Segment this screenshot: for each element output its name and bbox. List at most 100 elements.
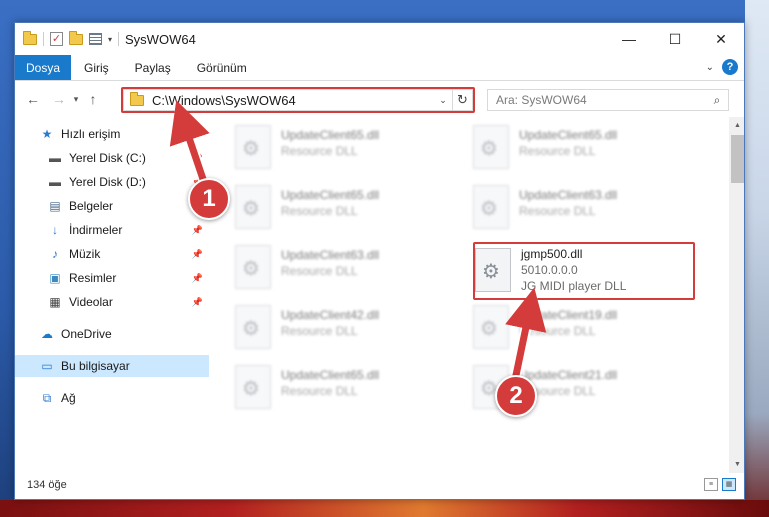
file-item-jgmp500[interactable]: jgmp500.dll 5010.0.0.0 JG MIDI player DL… (475, 244, 697, 298)
pin-icon[interactable]: 📌 (192, 225, 203, 236)
step-badge-1: 1 (188, 178, 230, 220)
download-icon: ↓ (52, 223, 58, 237)
address-bar[interactable]: C:\Windows\SysWOW64 ⌄ ↻ (123, 89, 473, 111)
dll-file-icon (475, 248, 511, 292)
folder-icon (130, 91, 144, 106)
sidebar-item-documents[interactable]: ▤ Belgeler 📌 (15, 195, 209, 217)
ribbon-right-controls: ⌄ ? (706, 59, 738, 75)
file-item[interactable]: UpdateClient42.dll Resource DLL (235, 301, 457, 355)
desktop-background (745, 0, 769, 517)
minimize-button[interactable]: — (606, 23, 652, 55)
file-item[interactable]: UpdateClient63.dll Resource DLL (473, 181, 695, 235)
tiles-view-icon[interactable]: ▦ (722, 478, 736, 491)
pin-icon[interactable]: 📌 (192, 297, 203, 308)
dll-file-icon (473, 185, 509, 229)
sidebar-item-label: Hızlı erişim (61, 127, 121, 141)
details-view-icon[interactable]: ≡ (704, 478, 718, 491)
back-arrow-icon[interactable]: ← (23, 91, 43, 107)
close-button[interactable]: ✕ (698, 23, 744, 55)
address-path[interactable]: C:\Windows\SysWOW64 (152, 93, 434, 108)
file-item[interactable]: UpdateClient19.dll Resource DLL (473, 301, 695, 355)
dll-file-icon (235, 185, 271, 229)
window-controls: — ☐ ✕ (606, 23, 744, 55)
music-icon: ♪ (52, 247, 58, 261)
file-name: UpdateClient65.dll (281, 368, 380, 382)
search-icon[interactable]: ⌕ (706, 93, 728, 108)
file-item[interactable]: UpdateClient65.dll Resource DLL (235, 181, 457, 235)
scroll-thumb[interactable] (731, 135, 744, 183)
document-icon: ▤ (49, 199, 61, 213)
properties-check-icon[interactable]: ✓ (50, 32, 63, 46)
tab-view[interactable]: Görünüm (184, 55, 260, 80)
search-box[interactable]: Ara: SysWOW64 ⌕ (487, 89, 729, 111)
sidebar-item-this-pc[interactable]: ▭ Bu bilgisayar (15, 355, 209, 377)
navigation-pane: ★ Hızlı erişim ▬ Yerel Disk (C:) 📌 ▬ Yer… (15, 117, 209, 473)
file-name: UpdateClient65.dll (519, 128, 618, 142)
file-list: UpdateClient65.dll Resource DLL UpdateCli… (211, 117, 725, 473)
sidebar-item-downloads[interactable]: ↓ İndirmeler 📌 (15, 219, 209, 241)
tab-file[interactable]: Dosya (15, 55, 71, 80)
dll-file-icon (235, 305, 271, 349)
tab-share[interactable]: Paylaş (122, 55, 184, 80)
up-arrow-icon[interactable]: ↑ (83, 91, 103, 107)
file-explorer-window: ✓ ▾ SysWOW64 — ☐ ✕ Dosya Giriş Paylaş Gö… (14, 22, 745, 500)
search-placeholder[interactable]: Ara: SysWOW64 (496, 93, 706, 107)
maximize-button[interactable]: ☐ (652, 23, 698, 55)
scroll-up-arrow-icon[interactable]: ▲ (729, 117, 744, 134)
file-item[interactable]: UpdateClient65.dll Resource DLL (235, 361, 457, 415)
file-item[interactable]: UpdateClient65.dll Resource DLL (473, 121, 695, 175)
vertical-scrollbar[interactable]: ▲ ▼ (729, 117, 744, 473)
toolbar-divider (118, 32, 120, 46)
customize-toolbar-chevron-icon[interactable]: ▾ (108, 35, 112, 44)
item-count: 134 öğe (27, 479, 67, 491)
refresh-icon[interactable]: ↻ (452, 90, 472, 110)
file-name: UpdateClient21.dll (519, 368, 618, 382)
taskbar-area (0, 500, 769, 517)
file-version: 5010.0.0.0 (521, 263, 578, 277)
view-toggle-group: ≡ ▦ (704, 478, 736, 491)
sidebar-item-local-disk-d[interactable]: ▬ Yerel Disk (D:) 📌 (15, 171, 209, 193)
video-icon: ▦ (49, 295, 61, 309)
step-badge-2: 2 (495, 375, 537, 417)
file-description: Resource DLL (519, 204, 596, 218)
sidebar-item-label: Belgeler (69, 199, 114, 213)
sidebar-item-network[interactable]: ⧉ Ağ (15, 387, 209, 409)
sidebar-item-quick-access[interactable]: ★ Hızlı erişim (15, 123, 209, 145)
file-item[interactable]: UpdateClient63.dll Resource DLL (235, 241, 457, 295)
explorer-body: ★ Hızlı erişim ▬ Yerel Disk (C:) 📌 ▬ Yer… (15, 117, 744, 473)
file-item[interactable]: UpdateClient65.dll Resource DLL (235, 121, 457, 175)
file-name: UpdateClient63.dll (519, 188, 618, 202)
sidebar-item-music[interactable]: ♪ Müzik 📌 (15, 243, 209, 265)
sidebar-item-local-disk-c[interactable]: ▬ Yerel Disk (C:) 📌 (15, 147, 209, 169)
file-description: Resource DLL (281, 264, 358, 278)
window-title: SysWOW64 (125, 31, 196, 47)
drive-icon: ▬ (49, 175, 61, 189)
help-icon[interactable]: ? (722, 59, 738, 75)
sidebar-item-label: OneDrive (61, 327, 112, 341)
sidebar-item-videos[interactable]: ▦ Videolar 📌 (15, 291, 209, 313)
tab-home[interactable]: Giriş (71, 55, 122, 80)
file-name: UpdateClient65.dll (281, 188, 380, 202)
folder-icon[interactable] (23, 30, 37, 45)
dll-file-icon (235, 365, 271, 409)
cloud-icon: ☁ (41, 327, 53, 341)
star-icon: ★ (41, 127, 53, 141)
file-description: Resource DLL (519, 324, 596, 338)
file-description: Resource DLL (519, 144, 596, 158)
properties-icon[interactable] (89, 33, 102, 45)
sidebar-item-onedrive[interactable]: ☁ OneDrive (15, 323, 209, 345)
forward-arrow-icon[interactable]: → (49, 91, 69, 107)
quick-access-toolbar: ✓ ▾ (15, 30, 120, 46)
pin-icon[interactable]: 📌 (192, 153, 203, 164)
dll-file-icon (473, 305, 509, 349)
recent-locations-chevron-icon[interactable]: ▾ (69, 94, 83, 105)
sidebar-item-pictures[interactable]: ▣ Resimler 📌 (15, 267, 209, 289)
drive-icon: ▬ (49, 151, 61, 165)
new-folder-icon[interactable] (69, 30, 83, 45)
toolbar-divider (43, 32, 44, 46)
ribbon-tabs: Dosya Giriş Paylaş Görünüm ⌄ ? (15, 55, 744, 81)
address-history-chevron-icon[interactable]: ⌄ (434, 95, 452, 106)
expand-ribbon-chevron-icon[interactable]: ⌄ (706, 62, 714, 73)
pin-icon[interactable]: 📌 (192, 273, 203, 284)
pin-icon[interactable]: 📌 (192, 249, 203, 260)
